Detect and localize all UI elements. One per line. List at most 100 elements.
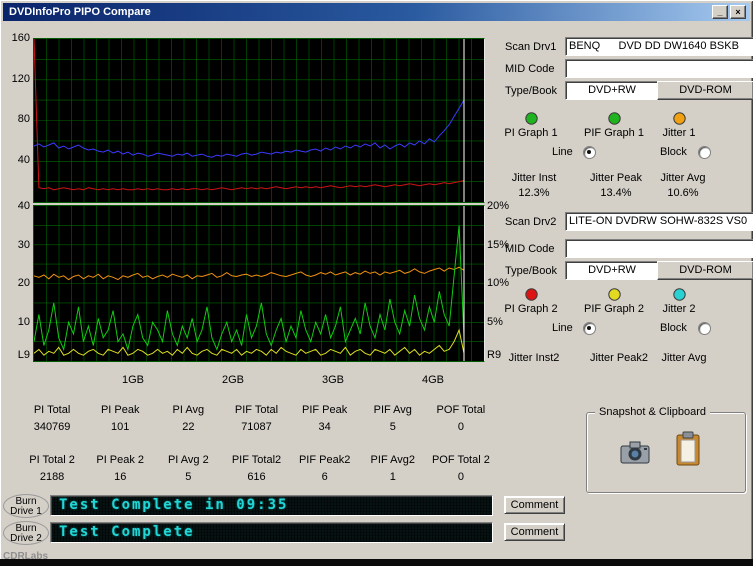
x-axis-label: 4GB — [421, 374, 444, 386]
stat-value: 16 — [114, 471, 127, 483]
stat-pof-total: POF Total 0 — [427, 404, 495, 433]
disc-type1-field[interactable]: DVD+RW — [565, 81, 659, 100]
stat-label: POF Total 2 — [431, 454, 490, 466]
stat-value: 340769 — [33, 421, 71, 433]
stat-value: 5 — [389, 421, 396, 433]
block-radio-1[interactable] — [698, 146, 711, 159]
stat-label: PIF Avg2 — [370, 454, 415, 466]
y-axis-label: 20 — [17, 277, 30, 289]
close-button[interactable]: × — [730, 5, 746, 19]
jitter2-indicator-icon — [672, 288, 686, 301]
line-label-2: Line — [552, 322, 573, 334]
comment-button-1[interactable]: Comment — [504, 496, 565, 514]
clipboard-button[interactable] — [675, 431, 701, 470]
stat-label: PI Total — [33, 404, 71, 416]
book-type1-field[interactable]: DVD-ROM — [657, 81, 753, 100]
stat-label: PI Peak 2 — [96, 454, 145, 466]
snapshot-group-title: Snapshot & Clipboard — [595, 406, 711, 418]
stat-pif-total: PIF Total 71087 — [222, 404, 290, 433]
right-axis-label: 5% — [487, 316, 503, 328]
burn-drive1-status-display: Test Complete in 09:35 — [50, 495, 493, 516]
scan-drv2-field[interactable]: LITE-ON DVDRW SOHW-832S VS0 — [565, 212, 753, 231]
x-axis-label: 3GB — [321, 374, 344, 386]
title-bar[interactable]: DVDInfoPro PIPO Compare _ × — [3, 3, 750, 21]
snapshot-camera-button[interactable] — [619, 439, 651, 468]
mid-code1-field[interactable] — [565, 59, 753, 78]
stat-label: PI Avg — [172, 404, 205, 416]
stat-label: PI Peak — [100, 404, 140, 416]
pi-graph1-legend: PI Graph 1 — [499, 112, 563, 139]
scan-drv1-label: Scan Drv1 — [505, 41, 557, 53]
stat-value: 0 — [457, 471, 464, 483]
jitter1-indicator-icon — [672, 112, 686, 125]
jitter-avg1-label: Jitter Avg — [660, 172, 706, 184]
stat-value: 34 — [318, 421, 331, 433]
line-radio-1[interactable] — [583, 146, 596, 159]
stat-pif-peak: PIF Peak 34 — [291, 404, 359, 433]
x-axis-label: 2GB — [221, 374, 244, 386]
app-window: DVDInfoPro PIPO Compare _ × 160 120 80 4… — [0, 0, 753, 566]
stat-value: 2188 — [39, 471, 65, 483]
stat-pi-avg-2: PI Avg 2 5 — [154, 454, 222, 483]
y-axis-label: 80 — [17, 113, 30, 125]
snapshot-clipboard-group: Snapshot & Clipboard — [586, 406, 746, 493]
pi-graph2-indicator-icon — [524, 288, 538, 301]
pif-graph1-indicator-icon — [607, 112, 621, 125]
block-radio-2[interactable] — [698, 322, 711, 335]
comment-button-2[interactable]: Comment — [504, 523, 565, 541]
disc-type2-field[interactable]: DVD+RW — [565, 261, 659, 280]
line-label-1: Line — [552, 146, 573, 158]
stat-pi-peak: PI Peak 101 — [86, 404, 154, 433]
y-axis-label: 30 — [17, 239, 30, 251]
bottom-bar — [0, 559, 753, 566]
stat-pif-peak-2: PIF Peak2 6 — [291, 454, 359, 483]
block-label-1: Block — [660, 146, 687, 158]
pi-graph2-legend: PI Graph 2 — [499, 288, 563, 315]
legend-label: Jitter 1 — [662, 127, 696, 139]
burn-drive1-label: Burn Drive 1 — [3, 494, 49, 518]
stat-pof-total-2: POF Total 2 0 — [427, 454, 495, 483]
scan-drv2-label: Scan Drv2 — [505, 216, 557, 228]
legend-label: Jitter 2 — [662, 303, 696, 315]
legend-label: PIF Graph 2 — [584, 303, 644, 315]
jitter-peak1-label: Jitter Peak — [590, 172, 642, 184]
burn-label-line2: Drive 2 — [10, 533, 42, 544]
jitter-peak1-value: 13.4% — [600, 187, 632, 199]
stat-value: 5 — [185, 471, 192, 483]
pif-graph1-legend: PIF Graph 1 — [577, 112, 651, 139]
book-type2-field[interactable]: DVD-ROM — [657, 261, 753, 280]
stat-label: PIF Total — [234, 404, 279, 416]
stats-row-1: PI Total 340769 PI Peak 101 PI Avg 22 PIF T… — [18, 404, 495, 433]
y-axis-label: 40 — [17, 200, 30, 212]
mid-code2-label: MID Code — [505, 243, 555, 255]
legend-label: PI Graph 2 — [504, 303, 558, 315]
type-book2-label: Type/Book — [505, 265, 557, 277]
y-axis-label: 120 — [11, 73, 30, 85]
camera-icon — [620, 441, 650, 464]
axis-corner-label-left: L9 — [17, 349, 30, 361]
jitter-inst1-label: Jitter Inst — [511, 172, 557, 184]
jitter2-legend: Jitter 2 — [649, 288, 709, 315]
stat-label: PIF Peak — [302, 404, 348, 416]
y-axis-label: 40 — [17, 154, 30, 166]
stat-value: 1 — [389, 471, 396, 483]
stat-label: PI Total 2 — [29, 454, 75, 466]
pif-jitter-chart[interactable] — [33, 205, 485, 362]
stat-pif-avg-2: PIF Avg2 1 — [359, 454, 427, 483]
y-axis-label: 10 — [17, 316, 30, 328]
watermark: CDRLabs — [3, 551, 49, 562]
jitter1-legend: Jitter 1 — [649, 112, 709, 139]
pi-errors-chart[interactable] — [33, 38, 485, 203]
mid-code2-field[interactable] — [565, 239, 753, 258]
stat-pi-peak-2: PI Peak 2 16 — [86, 454, 154, 483]
scan-drv1-field[interactable]: BENQ DVD DD DW1640 BSKB — [565, 37, 753, 56]
line-radio-2[interactable] — [583, 322, 596, 335]
block-label-2: Block — [660, 322, 687, 334]
x-axis-label: 1GB — [121, 374, 144, 386]
stat-label: POF Total — [436, 404, 486, 416]
minimize-button[interactable]: _ — [712, 5, 728, 19]
stats-row-2: PI Total 2 2188 PI Peak 2 16 PI Avg 25 PIF… — [18, 454, 495, 483]
stat-value: 616 — [247, 471, 266, 483]
stat-pi-total-2: PI Total 2 2188 — [18, 454, 86, 483]
window-title: DVDInfoPro PIPO Compare — [9, 6, 151, 18]
